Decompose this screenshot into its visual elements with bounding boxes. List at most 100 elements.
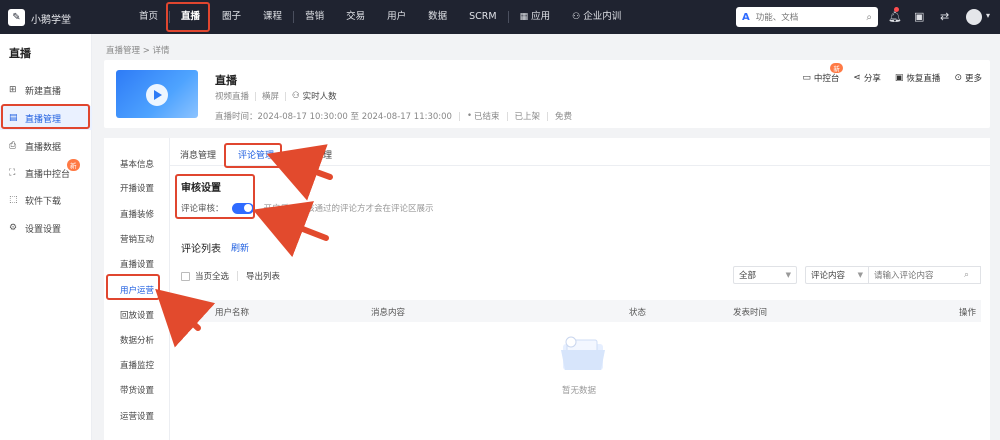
top-navigation-bar: ✎ 小鹅学堂 首页 直播 圈子 课程 营销 交易 用户 数据 SCRM ▦ 应用 … [0,0,1000,34]
sidebar-item-download[interactable]: ⬚ 软件下载 [0,188,92,212]
column-publish-time: 发表时间 [733,308,768,318]
live-meta: 视频直播 横屏 ⚇ 实时人数 [215,90,337,102]
comment-search[interactable]: ⌕ [869,266,981,284]
switch-icon[interactable]: ⇄ [940,10,949,23]
divider [458,111,460,121]
audit-section-title: 审核设置 [181,183,221,194]
search-icon[interactable]: ⌕ [866,12,872,23]
nav-home[interactable]: 首页 [128,0,169,34]
breadcrumb[interactable]: 直播管理 > 详情 [106,44,170,56]
nav-trade[interactable]: 交易 [335,0,376,34]
status-filter-select[interactable]: 全部 ▼ [733,266,797,284]
more-button[interactable]: ⊙ 更多 [954,72,982,84]
subnav-live-settings[interactable]: 直播设置 [104,258,170,270]
settings-icon: ⚙ [9,223,18,233]
comment-search-input[interactable] [874,270,964,280]
sidebar-item-live-manage[interactable]: ▤ 直播管理 [0,106,92,130]
comment-audit-toggle[interactable] [231,202,254,214]
live-time-value: 2024-08-17 10:30:00 至 2024-08-17 11:30:0… [257,112,452,122]
play-icon [146,84,168,106]
subnav-live-decoration[interactable]: 直播装修 [104,208,170,220]
viewers-icon: ⚇ [292,91,300,101]
brand-name: 小鹅学堂 [31,15,71,26]
share-button[interactable]: ⋖ 分享 [853,72,881,84]
divider [285,91,287,101]
comment-audit-row: 评论审核： 开启后，审核通过的评论方才会在评论区展示 [181,202,434,214]
divider [506,111,508,121]
sidebar-item-live-data[interactable]: ⎙ 直播数据 [0,134,92,158]
field-filter-select[interactable]: 评论内容 ▼ [805,266,869,284]
brand-logo-icon[interactable]: ✎ [8,9,25,26]
subnav-broadcast-settings[interactable]: 开播设置 [104,182,170,194]
new-badge: 新 [67,159,80,171]
restore-live-button[interactable]: ▣ 恢复直播 [895,72,941,84]
nav-users[interactable]: 用户 [376,0,417,34]
sidebar-item-settings[interactable]: ⚙ 设置设置 [0,216,92,240]
main-nav: 首页 直播 圈子 课程 营销 交易 用户 数据 SCRM ▦ 应用 ⚇ 企业内训 [128,0,632,34]
new-badge: 新 [830,63,843,73]
nav-data[interactable]: 数据 [417,0,458,34]
live-time-label: 直播时间： [215,112,258,122]
live-time-row: 直播时间： 2024-08-17 10:30:00 至 2024-08-17 1… [215,111,573,122]
subnav-user-operation[interactable]: 用户运营 [104,284,170,296]
comment-list-header: 评论列表 刷新 [181,240,249,255]
nav-marketing[interactable]: 营销 [294,0,335,34]
avatar[interactable] [966,9,982,25]
more-icon: ⊙ [954,73,962,83]
live-manage-icon: ▤ [9,113,18,123]
comment-audit-hint: 开启后，审核通过的评论方才会在评论区展示 [263,204,434,214]
notification-dot [894,7,899,12]
refresh-link[interactable]: 刷新 [231,241,249,254]
live-viewers[interactable]: 实时人数 [303,90,337,102]
global-search-input[interactable] [755,12,867,22]
share-icon: ⋖ [853,73,861,83]
search-icon[interactable]: ⌕ [964,270,969,280]
subnav-replay-settings[interactable]: 回放设置 [104,309,170,321]
subnav-live-monitor[interactable]: 直播监控 [104,359,170,371]
export-list-button[interactable]: 导出列表 [246,270,280,282]
empty-state-text: 暂无数据 [562,386,597,396]
chevron-down-icon: ▼ [857,271,863,279]
message-icon[interactable]: ▣ [914,10,924,23]
live-title: 直播 [215,74,237,87]
subnav-operation-settings[interactable]: 运营设置 [104,410,170,422]
subnav-basic-info[interactable]: 基本信息 [104,158,170,170]
chevron-down-icon[interactable]: ▾ [986,11,990,20]
live-price: 免费 [555,112,573,122]
select-page-label[interactable]: 当页全选 [195,270,229,282]
comment-table-header: 用户名称 消息内容 状态 发表时间 操作 [181,300,981,322]
global-search[interactable]: A ⌕ [736,7,878,27]
sidebar: 直播 ⊞ 新建直播 ▤ 直播管理 ⎙ 直播数据 ⛶ 直播中控台 新 ⬚ 软件下载 ⚙ 设置设… [0,34,92,440]
select-page-checkbox[interactable] [181,271,190,281]
monitor-icon: ▭ [802,73,811,83]
search-brand-icon: A [742,11,750,23]
console-icon: ⛶ [9,168,16,178]
subnav-marketing-interaction[interactable]: 营销互动 [104,233,170,245]
nav-enterprise-training[interactable]: ⚇ 企业内训 [561,0,632,34]
subnav-goods-settings[interactable]: 带货设置 [104,384,170,396]
nav-circle[interactable]: 圈子 [211,0,252,34]
download-icon: ⬚ [9,195,18,205]
chevron-down-icon: ▼ [785,271,791,279]
live-cover-image [116,70,198,118]
apps-icon: ▦ [519,12,529,22]
training-icon: ⚇ [572,12,581,22]
divider [237,271,239,281]
column-message-content: 消息内容 [371,308,406,318]
live-status: 已结束 [474,112,500,122]
comment-filters: 全部▼ 评论内容▼ ⌕ [725,266,981,284]
nav-scrm[interactable]: SCRM [458,0,507,34]
live-mode: 横屏 [262,92,280,102]
empty-folder-icon [561,336,605,370]
nav-course[interactable]: 课程 [252,0,293,34]
console-button[interactable]: ▭ 中控台 新 [802,63,843,84]
nav-live[interactable]: 直播 [170,0,211,34]
sidebar-item-console[interactable]: ⛶ 直播中控台 新 [0,159,92,185]
sidebar-item-new-live[interactable]: ⊞ 新建直播 [0,78,92,102]
column-actions: 操作 [959,308,977,318]
nav-apps[interactable]: ▦ 应用 [509,0,562,34]
live-actions: ▭ 中控台 新 ⋖ 分享 ▣ 恢复直播 ⊙ 更多 [788,63,982,84]
subnav-data-analysis[interactable]: 数据分析 [104,334,170,346]
comment-list-toolbar: 当页全选 导出列表 [181,270,280,282]
live-type: 视频直播 [215,92,250,102]
